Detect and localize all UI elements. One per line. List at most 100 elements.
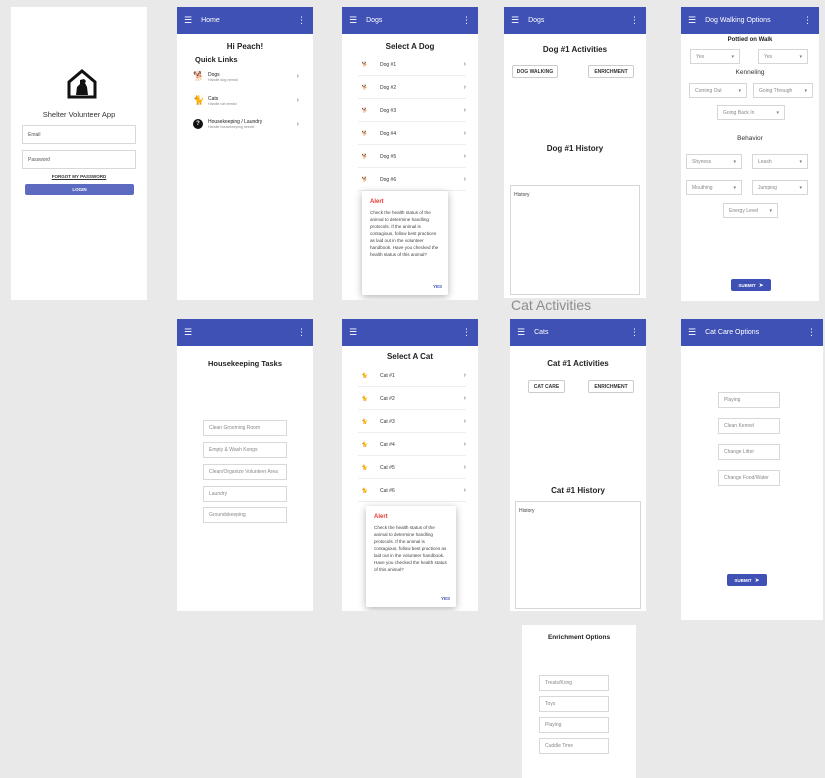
email-field[interactable]: Email [22, 125, 136, 144]
task-clean-grooming-room[interactable]: Clean Grooming Room [203, 420, 287, 436]
more-vert-icon[interactable]: ⋮ [630, 16, 639, 25]
dog-icon: 🐕 [361, 130, 369, 137]
chevron-right-icon: › [463, 441, 466, 448]
menu-icon[interactable]: ☰ [688, 16, 696, 25]
page-title: Cat #1 Activities [547, 359, 609, 368]
alert-body: Check the health status of the animal to… [374, 525, 447, 572]
forgot-password-link[interactable]: FORGOT MY PASSWORD [11, 174, 147, 179]
password-field[interactable]: Password [22, 150, 136, 169]
dropdown-caret-icon: ▾ [804, 87, 807, 94]
going-back-in-select[interactable]: Going Back In ▾ [717, 105, 785, 120]
mouthing-select[interactable]: Mouthing ▾ [686, 180, 742, 195]
option-change-food-water[interactable]: Change Food/Water [718, 470, 780, 486]
alert-title: Alert [370, 199, 384, 205]
list-item[interactable]: 🐕 Dog #3 › [358, 100, 466, 122]
leash-select[interactable]: Leash ▾ [752, 154, 808, 169]
more-vert-icon[interactable]: ⋮ [462, 16, 471, 25]
task-groundskeeping[interactable]: Groundskeeping [203, 507, 287, 523]
quick-link-housekeeping[interactable]: ? Housekeeping / Laundry Handle housekee… [193, 119, 299, 129]
pottied-select-2[interactable]: Yes ▾ [758, 49, 808, 64]
energy-level-select[interactable]: Energy Level ▾ [723, 203, 778, 218]
list-item[interactable]: 🐕 Dog #1 › [358, 54, 466, 76]
option-treats-kong[interactable]: Treats/Kong [539, 675, 609, 691]
chevron-right-icon: › [463, 372, 466, 379]
cat-care-button[interactable]: CAT CARE [528, 380, 565, 393]
chevron-right-icon: › [296, 120, 299, 128]
chevron-right-icon: › [463, 418, 466, 425]
list-item[interactable]: 🐕 Dog #4 › [358, 123, 466, 145]
task-clean-volunteer-area[interactable]: Clean/Organize Volunteer Area [203, 464, 287, 480]
option-change-litter[interactable]: Change Litter [718, 444, 780, 460]
quick-link-dogs[interactable]: 🐕 Dogs Handle dog needs! › [193, 71, 299, 82]
dropdown-caret-icon: ▾ [738, 87, 741, 94]
dog-icon: 🐕 [361, 61, 369, 68]
chevron-right-icon: › [463, 395, 466, 402]
menu-icon[interactable]: ☰ [511, 16, 519, 25]
more-vert-icon[interactable]: ⋮ [807, 328, 816, 337]
more-vert-icon[interactable]: ⋮ [297, 16, 306, 25]
cats-list-screen: ☰ ⋮ Select A Cat 🐈 Cat #1 › 🐈 Cat #2 › 🐈 Cat … [342, 319, 478, 611]
list-item[interactable]: 🐈 Cat #3 › [358, 411, 466, 433]
menu-icon[interactable]: ☰ [349, 16, 357, 25]
more-vert-icon[interactable]: ⋮ [803, 16, 812, 25]
page-title: Dog #1 Activities [542, 45, 608, 54]
list-item[interactable]: 🐈 Cat #6 › [358, 480, 466, 502]
list-item[interactable]: 🐕 Dog #5 › [358, 146, 466, 168]
coming-out-select[interactable]: Coming Out ▾ [689, 83, 747, 98]
list-item[interactable]: 🐈 Cat #5 › [358, 457, 466, 479]
menu-icon[interactable]: ☰ [349, 328, 357, 337]
option-toys[interactable]: Toys [539, 696, 609, 712]
enrichment-button[interactable]: ENRICHMENT [588, 380, 634, 393]
bar-title: Home [201, 17, 220, 24]
app-bar: ☰ Dog Walking Options ⋮ [681, 7, 819, 34]
menu-icon[interactable]: ☰ [184, 328, 192, 337]
more-vert-icon[interactable]: ⋮ [462, 328, 471, 337]
list-item[interactable]: 🐕 Dog #6 › [358, 169, 466, 191]
dog-walking-button[interactable]: DOG WALKING [512, 65, 558, 78]
option-cuddle-time[interactable]: Cuddle Time [539, 738, 609, 754]
bar-title: Dogs [366, 17, 383, 24]
jumping-select[interactable]: Jumping ▾ [752, 180, 808, 195]
chevron-right-icon: › [296, 97, 299, 104]
dog-icon: 🐕 [361, 84, 369, 91]
enrichment-button[interactable]: ENRICHMENT [588, 65, 634, 78]
dropdown-caret-icon: ▾ [776, 109, 779, 116]
history-textarea[interactable]: History [515, 501, 641, 609]
housekeeping-screen: ☰ ⋮ Housekeeping Tasks Clean Grooming Ro… [177, 319, 313, 611]
menu-icon[interactable]: ☰ [688, 328, 696, 337]
option-clean-kennel[interactable]: Clean Kennel [718, 418, 780, 434]
shyness-select[interactable]: Shyness ▾ [686, 154, 742, 169]
more-vert-icon[interactable]: ⋮ [297, 328, 306, 337]
cat-icon: 🐈 [361, 418, 369, 425]
send-icon: ➤ [754, 577, 760, 584]
pottied-select-1[interactable]: Yes ▾ [690, 49, 740, 64]
chevron-right-icon: › [463, 176, 466, 183]
list-item[interactable]: 🐈 Cat #4 › [358, 434, 466, 456]
list-item[interactable]: 🐕 Dog #2 › [358, 77, 466, 99]
menu-icon[interactable]: ☰ [517, 328, 525, 337]
more-vert-icon[interactable]: ⋮ [630, 328, 639, 337]
chevron-right-icon: › [463, 61, 466, 68]
list-item[interactable]: 🐈 Cat #1 › [358, 365, 466, 387]
list-item[interactable]: 🐈 Cat #2 › [358, 388, 466, 410]
going-through-select[interactable]: Going Through ▾ [753, 83, 813, 98]
quick-link-cats[interactable]: 🐈 Cats Handle cat needs! › [193, 95, 299, 106]
alert-yes-button[interactable]: YES [441, 596, 450, 601]
bar-title: Dogs [528, 17, 545, 24]
quick-links-heading: Quick Links [195, 55, 238, 64]
option-playing[interactable]: Playing [539, 717, 609, 733]
menu-icon[interactable]: ☰ [184, 16, 192, 25]
alert-yes-button[interactable]: YES [433, 284, 442, 289]
home-screen: ☰ Home ⋮ Hi Peach! Quick Links 🐕 Dogs Ha… [177, 7, 313, 300]
task-laundry[interactable]: Laundry [203, 486, 287, 502]
task-empty-wash-kongs[interactable]: Empty & Wash Kongs [203, 442, 287, 458]
submit-button[interactable]: SUBMIT ➤ [727, 574, 767, 586]
login-button[interactable]: LOGIN [25, 184, 134, 195]
app-bar: ☰ Dogs ⋮ [342, 7, 478, 34]
cat-icon: 🐈 [193, 95, 205, 105]
option-playing[interactable]: Playing [718, 392, 780, 408]
submit-button[interactable]: SUBMIT ➤ [731, 279, 771, 291]
dog-icon: 🐕 [193, 71, 205, 81]
bar-title: Cat Care Options [705, 329, 760, 336]
history-textarea[interactable]: History [510, 185, 640, 295]
